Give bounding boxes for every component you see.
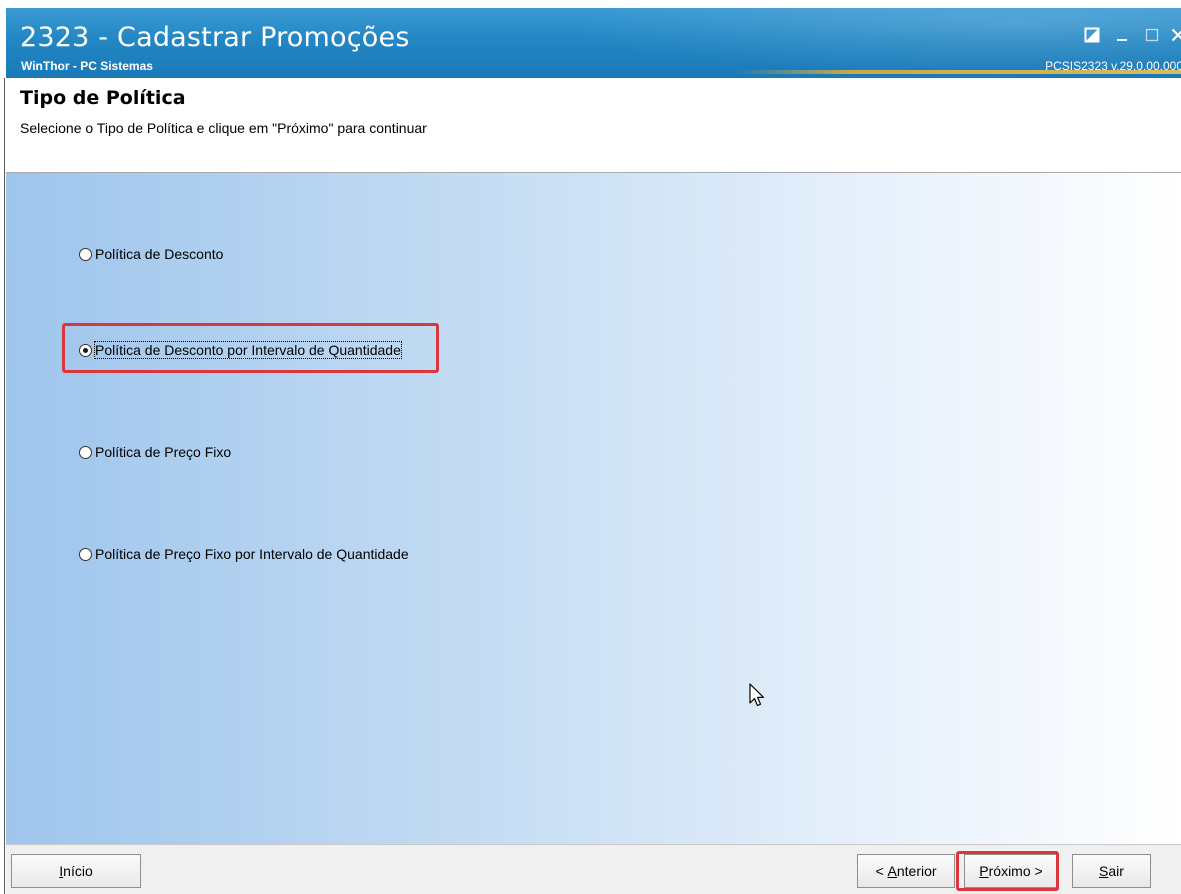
radio-button[interactable] — [79, 445, 92, 459]
button-mnemonic: A — [887, 863, 897, 879]
window-subtitle: WinThor - PC Sistemas — [21, 59, 153, 73]
option-label: Política de Preço Fixo — [95, 444, 232, 460]
title-bar[interactable]: 2323 - Cadastrar Promoções WinThor - PC … — [6, 8, 1181, 78]
version-label: PCSIS2323 v.29.0.00.000 — [1045, 59, 1181, 73]
page-title: Tipo de Política — [20, 87, 186, 109]
restore-window-icon[interactable] — [1081, 24, 1103, 46]
button-label-rest: nterior — [896, 863, 937, 879]
app-window: 2323 - Cadastrar Promoções WinThor - PC … — [0, 0, 1181, 894]
option-politica-preco-fixo-intervalo[interactable]: Política de Preço Fixo por Intervalo de … — [79, 544, 409, 564]
button-label-rest: nício — [63, 863, 93, 879]
radio-button[interactable] — [79, 247, 92, 261]
inicio-button[interactable]: Início — [11, 854, 141, 888]
window-title: 2323 - Cadastrar Promoções — [20, 22, 410, 53]
wizard-header: Tipo de Política Selecione o Tipo de Pol… — [6, 78, 1181, 173]
wizard-footer: Início < Anterior Próximo > Sair — [6, 844, 1181, 894]
option-label: Política de Preço Fixo por Intervalo de … — [95, 546, 409, 562]
mouse-pointer-icon — [748, 683, 768, 709]
option-label: Política de Desconto — [95, 246, 224, 262]
policy-options-panel: Política de Desconto Política de Descont… — [6, 173, 1181, 844]
option-politica-desconto-intervalo[interactable]: Política de Desconto por Intervalo de Qu… — [79, 340, 402, 360]
maximize-icon[interactable] — [1141, 24, 1163, 46]
window-controls — [1031, 24, 1181, 46]
page-instruction: Selecione o Tipo de Política e clique em… — [20, 120, 427, 136]
sair-button[interactable]: Sair — [1072, 854, 1151, 888]
option-politica-preco-fixo[interactable]: Política de Preço Fixo — [79, 442, 231, 462]
highlight-annotation — [956, 851, 1059, 891]
radio-button[interactable] — [79, 547, 92, 561]
radio-button-selected[interactable] — [79, 343, 92, 357]
close-icon[interactable] — [1167, 24, 1181, 46]
minimize-icon[interactable] — [1111, 24, 1133, 46]
button-mnemonic: S — [1099, 863, 1109, 879]
option-politica-desconto[interactable]: Política de Desconto — [79, 244, 223, 264]
option-label: Política de Desconto por Intervalo de Qu… — [94, 341, 402, 359]
button-label-rest: air — [1108, 863, 1124, 879]
anterior-button[interactable]: < Anterior — [857, 854, 955, 888]
button-label-prefix: < — [875, 863, 888, 879]
